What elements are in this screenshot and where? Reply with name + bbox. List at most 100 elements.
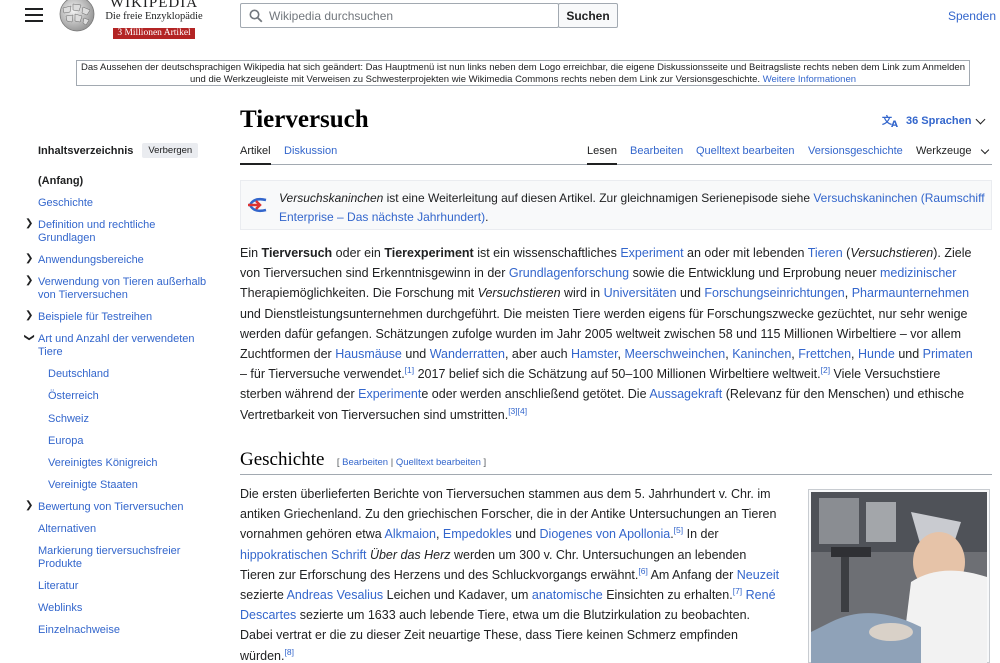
chevron-right-icon[interactable]: ❯	[25, 253, 33, 264]
article-link[interactable]: Tieren	[808, 246, 843, 260]
article-link[interactable]: Diogenes von Apollonia	[540, 527, 671, 541]
toc-item-start[interactable]: (Anfang)	[38, 175, 218, 188]
toc-subitem-schweiz[interactable]: Schweiz	[48, 413, 228, 426]
article-link[interactable]: Forschungseinrichtungen	[704, 286, 844, 300]
redirect-icon	[248, 197, 267, 213]
main-menu-icon[interactable]	[25, 8, 43, 24]
wikipedia-globe-icon[interactable]	[57, 0, 97, 32]
logo-badge: 3 Millionen Artikel	[113, 28, 195, 39]
toc-item-geschichte[interactable]: Geschichte	[38, 197, 218, 210]
hatnote-body: ist eine Weiterleitung auf diesen Artike…	[383, 191, 814, 205]
site-notice: Das Aussehen der deutschsprachigen Wikip…	[76, 60, 970, 86]
chevron-right-icon[interactable]: ❯	[25, 310, 33, 321]
search-button[interactable]: Suchen	[558, 3, 618, 28]
paragraph-line: sterben während der Experimente oder wer…	[240, 387, 965, 402]
toc-subitem-europa[interactable]: Europa	[48, 435, 228, 448]
article-link[interactable]: René	[746, 588, 776, 602]
article-link[interactable]: Alkmaion	[385, 527, 436, 541]
logo-tagline: Die freie Enzyklopädie	[105, 11, 203, 22]
article-link[interactable]: Wanderratten	[430, 347, 505, 361]
tools-menu[interactable]: Werkzeuge	[916, 145, 971, 157]
article-link[interactable]: hippokratischen Schrift	[240, 548, 366, 562]
page-tabs: Artikel Diskussion Lesen Bearbeiten Quel…	[240, 140, 992, 165]
section-edit-link[interactable]: Bearbeiten	[342, 457, 388, 468]
chevron-right-icon[interactable]: ❯	[25, 275, 33, 286]
search-box	[240, 3, 559, 28]
toc-item-anwendungsbereiche[interactable]: Anwendungsbereiche	[38, 254, 218, 267]
article-link[interactable]: Grundlagenforschung	[509, 266, 629, 280]
article-link[interactable]: Hamster	[571, 347, 618, 361]
tab-edit-source[interactable]: Quelltext bearbeiten	[696, 145, 794, 157]
toc-item-alternativen[interactable]: Alternativen	[38, 523, 218, 536]
chevron-down-icon[interactable]	[980, 145, 990, 155]
toc-hide-button[interactable]: Verbergen	[142, 143, 199, 158]
toc-item-weblinks[interactable]: Weblinks	[38, 602, 218, 615]
toc-item-definition[interactable]: Definition und rechtliche Grundlagen	[38, 219, 188, 244]
toc-subitem-deutschland[interactable]: Deutschland	[48, 368, 228, 381]
reference-link[interactable]: [4]	[518, 406, 527, 416]
article-link[interactable]: anatomische	[532, 588, 603, 602]
wikipedia-logo[interactable]: WIKIPEDIA Die freie Enzyklopädie 3 Milli…	[105, 0, 203, 40]
paragraph-line: antiken Griechenland. Zu den griechische…	[240, 507, 777, 522]
paragraph-line: Zuchtformen der Hausmäuse und Wanderratt…	[240, 347, 973, 362]
section-title: Geschichte	[240, 449, 325, 470]
toc-item-bewertung[interactable]: Bewertung von Tierversuchen	[38, 501, 218, 514]
toc-subitem-usa[interactable]: Vereinigte Staaten	[48, 479, 228, 492]
section-edit-source-link[interactable]: Quelltext bearbeiten	[396, 457, 481, 468]
article-link[interactable]: Universitäten	[604, 286, 677, 300]
paragraph-line: und Dienstleistungsunternehmen durchgefü…	[240, 306, 968, 321]
article-link[interactable]: Hausmäuse	[335, 347, 402, 361]
paragraph-line: von Tierversuchen sind Erkenntnisgewinn …	[240, 266, 957, 281]
toc-item-art-anzahl[interactable]: Art und Anzahl der verwendeten Tiere	[38, 333, 208, 358]
svg-text:A: A	[891, 120, 898, 128]
notice-more-link[interactable]: Weitere Informationen	[763, 74, 856, 85]
chevron-right-icon[interactable]: ❯	[25, 500, 33, 511]
reference-link[interactable]: [8]	[284, 647, 293, 657]
reference-link[interactable]: [2]	[821, 365, 830, 375]
reference-link[interactable]: [5]	[674, 525, 683, 535]
toc-item-literatur[interactable]: Literatur	[38, 580, 218, 593]
article-link[interactable]: Empedokles	[443, 527, 512, 541]
article-link[interactable]: Aussagekraft	[649, 387, 722, 401]
chevron-down-icon[interactable]: ❯	[24, 333, 35, 341]
toc-item-markierung[interactable]: Markierung tierversuchsfreier Produkte	[38, 545, 198, 570]
article-link[interactable]: Experiment	[620, 246, 683, 260]
tab-history[interactable]: Versionsgeschichte	[808, 145, 903, 157]
logo-title: WIKIPEDIA	[109, 0, 199, 11]
article-link[interactable]: Meerschweinchen	[625, 347, 726, 361]
article-link[interactable]: Hunde	[858, 347, 895, 361]
intro-paragraph: Ein Tierversuch oder ein Tierexperiment …	[240, 243, 992, 425]
tab-article[interactable]: Artikel	[240, 145, 271, 165]
article-link[interactable]: Kaninchen	[732, 347, 791, 361]
article-image[interactable]	[808, 489, 990, 663]
tab-edit[interactable]: Bearbeiten	[630, 145, 683, 157]
toc-item-beispiele[interactable]: Beispiele für Testreihen	[38, 311, 218, 324]
toc-item-einzelnachweise[interactable]: Einzelnachweise	[38, 624, 218, 637]
article-link[interactable]: Experiment	[358, 387, 421, 401]
paragraph-line: werden dafür gefangen. Schätzungen zufol…	[240, 326, 962, 341]
language-selector[interactable]: 文 A 36 Sprachen	[882, 114, 986, 128]
article-link[interactable]: Primaten	[923, 347, 973, 361]
hatnote-end: .	[485, 210, 489, 224]
article-link[interactable]: Descartes	[240, 608, 296, 622]
article-link[interactable]: Pharmaunternehmen	[852, 286, 969, 300]
donate-link[interactable]: Spenden	[948, 9, 996, 23]
hatnote: Versuchskaninchen ist eine Weiterleitung…	[240, 180, 992, 230]
tab-read[interactable]: Lesen	[587, 145, 617, 165]
article-link[interactable]: Frettchen	[798, 347, 851, 361]
reference-link[interactable]: [6]	[638, 566, 647, 576]
toc-subitem-oesterreich[interactable]: Österreich	[48, 390, 228, 403]
history-paragraph: Die ersten überlieferten Berichte von Ti…	[240, 484, 800, 663]
article-link[interactable]: Andreas Vesalius	[287, 588, 384, 602]
lab-photo	[811, 492, 987, 663]
reference-link[interactable]: [3]	[508, 406, 517, 416]
search-input[interactable]	[269, 7, 549, 24]
article-link[interactable]: medizinischer	[880, 266, 956, 280]
article-link[interactable]: Neuzeit	[737, 568, 779, 582]
tab-discussion[interactable]: Diskussion	[284, 145, 337, 157]
reference-link[interactable]: [1]	[405, 365, 414, 375]
toc-item-verwendung[interactable]: Verwendung von Tieren außerhalb von Tier…	[38, 276, 214, 301]
chevron-right-icon[interactable]: ❯	[25, 218, 33, 229]
toc-subitem-uk[interactable]: Vereinigtes Königreich	[48, 457, 228, 470]
reference-link[interactable]: [7]	[733, 586, 742, 596]
